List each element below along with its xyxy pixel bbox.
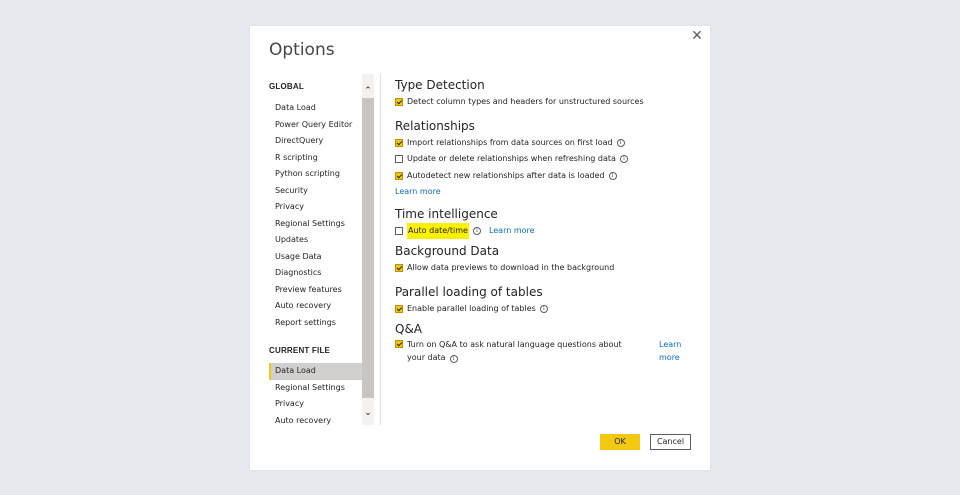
option-auto-date-time: Auto date/time i Learn more xyxy=(395,222,695,240)
checkbox-enable-parallel-loading[interactable] xyxy=(395,304,403,313)
nav-item-r-scripting[interactable]: R scripting xyxy=(269,150,362,167)
nav-divider xyxy=(380,74,381,425)
option-label: Update or delete relationships when refr… xyxy=(407,154,616,163)
nav-scrollbar[interactable]: ⌃ ⌄ xyxy=(362,74,374,425)
section-title-time-intelligence: Time intelligence xyxy=(395,206,498,221)
checkbox-import-relationships[interactable] xyxy=(395,138,403,147)
dialog-title: Options xyxy=(269,40,335,60)
nav-item-diagnostics[interactable]: Diagnostics xyxy=(269,265,362,282)
option-label: Allow data previews to download in the b… xyxy=(407,263,615,272)
nav-item-report-settings[interactable]: Report settings xyxy=(269,315,362,332)
qa-learn-more-link[interactable]: Learn more xyxy=(659,338,689,364)
info-icon[interactable]: i xyxy=(449,355,458,363)
option-label: Autodetect new relationships after data … xyxy=(407,170,605,180)
more-link-text[interactable]: more xyxy=(659,351,689,364)
nav-item-current-regional-settings[interactable]: Regional Settings xyxy=(269,380,362,397)
relationships-learn-more-row: Learn more xyxy=(395,184,695,201)
chevron-down-icon[interactable]: ⌄ xyxy=(362,405,374,419)
close-icon[interactable]: ✕ xyxy=(690,28,704,42)
option-qa: Turn on Q&A to ask natural language ques… xyxy=(395,338,695,364)
section-title-relationships: Relationships xyxy=(395,118,475,133)
nav-item-preview-features[interactable]: Preview features xyxy=(269,282,362,299)
info-icon[interactable]: i xyxy=(616,138,625,147)
nav-item-updates[interactable]: Updates xyxy=(269,232,362,249)
option-allow-data-previews: Allow data previews to download in the b… xyxy=(395,260,695,277)
nav-item-auto-recovery[interactable]: Auto recovery xyxy=(269,298,362,315)
learn-more-link[interactable]: Learn more xyxy=(489,223,535,240)
nav-item-current-data-load[interactable]: Data Load xyxy=(269,363,362,380)
info-icon[interactable]: i xyxy=(539,304,548,313)
learn-link-text[interactable]: Learn xyxy=(659,338,689,351)
option-enable-parallel-loading: Enable parallel loading of tables i xyxy=(395,301,695,318)
option-label-line2: your data i xyxy=(407,351,629,364)
qa-text: Turn on Q&A to ask natural language ques… xyxy=(407,338,629,364)
nav-item-regional-settings[interactable]: Regional Settings xyxy=(269,216,362,233)
section-title-background-data: Background Data xyxy=(395,244,500,258)
checkbox-detect-column-types[interactable] xyxy=(395,98,403,107)
checkbox-allow-data-previews[interactable] xyxy=(395,264,403,273)
option-label: Turn on Q&A to ask natural language ques… xyxy=(407,340,622,349)
option-label: your data xyxy=(407,353,446,362)
nav-item-privacy[interactable]: Privacy xyxy=(269,199,362,216)
nav-item-data-load[interactable]: Data Load xyxy=(269,100,362,117)
cancel-button[interactable]: Cancel xyxy=(650,434,691,450)
nav-item-current-auto-recovery[interactable]: Auto recovery xyxy=(269,413,362,427)
info-icon[interactable]: i xyxy=(619,155,628,164)
nav-item-directquery[interactable]: DirectQuery xyxy=(269,133,362,150)
nav-item-current-privacy[interactable]: Privacy xyxy=(269,396,362,413)
option-label: Detect column types and headers for unst… xyxy=(407,97,644,106)
options-content: Type Detection Detect column types and h… xyxy=(395,74,695,364)
nav-item-power-query-editor[interactable]: Power Query Editor xyxy=(269,117,362,134)
section-title-parallel-loading: Parallel loading of tables xyxy=(395,284,543,299)
nav-heading-current-file: CURRENT FILE xyxy=(269,346,331,355)
option-autodetect-relationships: Autodetect new relationships after data … xyxy=(395,168,695,185)
nav-item-usage-data[interactable]: Usage Data xyxy=(269,249,362,266)
checkbox-qa[interactable] xyxy=(395,340,403,348)
info-icon[interactable]: i xyxy=(608,171,617,180)
checkbox-update-relationships[interactable] xyxy=(395,155,403,164)
option-update-relationships: Update or delete relationships when refr… xyxy=(395,151,695,168)
section-title-type-detection: Type Detection xyxy=(395,78,485,92)
nav-item-python-scripting[interactable]: Python scripting xyxy=(269,166,362,183)
options-dialog: ✕ Options GLOBAL Data Load Power Query E… xyxy=(250,26,710,470)
scrollbar-thumb[interactable] xyxy=(362,98,374,398)
learn-more-link[interactable]: Learn more xyxy=(395,184,441,201)
option-label: Import relationships from data sources o… xyxy=(407,137,613,147)
section-title-qa: Q&A xyxy=(395,322,423,336)
option-detect-column-types: Detect column types and headers for unst… xyxy=(395,94,695,111)
options-nav: GLOBAL Data Load Power Query Editor Dire… xyxy=(269,74,362,426)
info-icon[interactable]: i xyxy=(472,226,481,235)
checkbox-autodetect-relationships[interactable] xyxy=(395,171,403,180)
checkbox-auto-date-time[interactable] xyxy=(395,226,403,235)
nav-heading-global: GLOBAL xyxy=(269,82,304,91)
ok-button[interactable]: OK xyxy=(600,434,640,450)
option-label: Enable parallel loading of tables xyxy=(407,303,536,313)
option-import-relationships: Import relationships from data sources o… xyxy=(395,135,695,152)
chevron-up-icon[interactable]: ⌃ xyxy=(362,83,374,97)
nav-item-security[interactable]: Security xyxy=(269,183,362,200)
option-label: Auto date/time xyxy=(407,222,469,239)
